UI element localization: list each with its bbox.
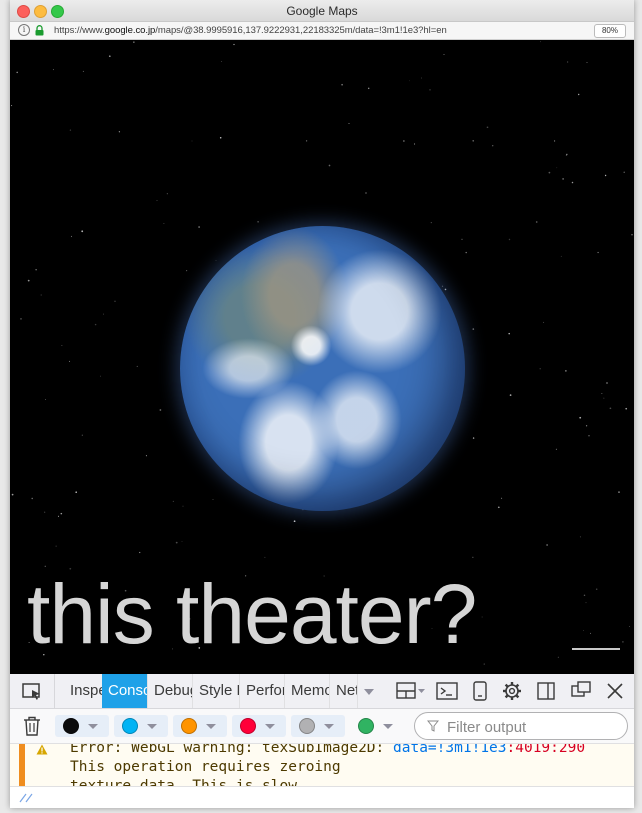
filter-security-dropdown[interactable]: [232, 715, 286, 737]
url-text[interactable]: https://www.google.co.jp/maps/@38.999591…: [54, 25, 447, 36]
console-prompt-icon: [19, 793, 33, 803]
browser-window: Google Maps i https://www.google.co.jp/m…: [10, 0, 634, 808]
filter-errors-dropdown[interactable]: [55, 715, 109, 737]
lock-icon: [35, 25, 44, 36]
color-dot-icon: [63, 718, 79, 734]
address-bar[interactable]: i https://www.google.co.jp/maps/@38.9995…: [10, 22, 634, 40]
title-bar: Google Maps: [10, 0, 634, 22]
tab-performance[interactable]: Performance: [240, 674, 285, 708]
map-viewport[interactable]: this theater?: [10, 40, 634, 674]
settings-gear-icon[interactable]: [497, 674, 527, 708]
dropdown-arrow-icon: [324, 724, 334, 729]
filter-output-input[interactable]: [445, 716, 619, 738]
dropdown-arrow-icon: [88, 724, 98, 729]
more-tabs-chevron-icon[interactable]: [358, 674, 380, 708]
close-devtools-icon[interactable]: [600, 674, 630, 708]
earth-globe[interactable]: [180, 226, 465, 511]
warning-indicator-bar: [19, 744, 25, 790]
responsive-design-icon[interactable]: [465, 674, 495, 708]
cursor-underline: [572, 648, 620, 650]
console-output: Error: WebGL warning: texSubImage2D: dat…: [10, 744, 634, 790]
filter-warnings-dropdown[interactable]: [173, 715, 227, 737]
console-message: Error: WebGL warning: texSubImage2D: dat…: [70, 744, 585, 790]
dropdown-arrow-icon: [265, 724, 275, 729]
tab-console[interactable]: Console: [102, 674, 148, 708]
source-link[interactable]: data=!3m1!1e3: [393, 744, 507, 756]
color-dot-icon: [240, 718, 256, 734]
source-location[interactable]: :4019:290: [507, 744, 586, 756]
element-picker-icon: [22, 683, 40, 700]
dropdown-arrow-icon: [147, 724, 157, 729]
filter-css-dropdown[interactable]: [114, 715, 168, 737]
filter-funnel-icon: [427, 720, 439, 732]
window-title: Google Maps: [286, 4, 358, 18]
filter-logging-dropdown[interactable]: [291, 715, 345, 737]
separate-window-icon[interactable]: [566, 674, 596, 708]
zoom-indicator[interactable]: 80%: [594, 24, 626, 38]
scratchpad-icon[interactable]: [432, 674, 462, 708]
color-dot-icon: [122, 718, 138, 734]
devtools-toolbar: Inspector Console Debugger Style Editor …: [10, 674, 634, 709]
warning-triangle-icon: [36, 744, 48, 755]
dropdown-arrow-icon: [206, 724, 216, 729]
tab-network[interactable]: Network: [330, 674, 358, 708]
filter-server-dropdown[interactable]: [350, 715, 404, 737]
dock-side-icon[interactable]: [531, 674, 561, 708]
tab-memory[interactable]: Memory: [285, 674, 330, 708]
dropdown-arrow-icon: [383, 724, 393, 729]
clear-console-trash-icon[interactable]: [22, 715, 42, 737]
console-input-row[interactable]: [10, 786, 634, 808]
tab-style-editor[interactable]: Style Editor: [193, 674, 240, 708]
element-picker-button[interactable]: [10, 674, 55, 708]
split-console-icon[interactable]: [394, 674, 430, 708]
filter-output-field[interactable]: [414, 712, 628, 740]
devtools-panel: Inspector Console Debugger Style Editor …: [10, 674, 634, 808]
overlay-caption: this theater?: [27, 567, 477, 661]
console-filter-bar: [10, 709, 634, 744]
color-dot-icon: [181, 718, 197, 734]
color-dot-icon: [299, 718, 315, 734]
color-dot-icon: [358, 718, 374, 734]
info-icon[interactable]: i: [18, 24, 30, 36]
tab-debugger[interactable]: Debugger: [148, 674, 193, 708]
